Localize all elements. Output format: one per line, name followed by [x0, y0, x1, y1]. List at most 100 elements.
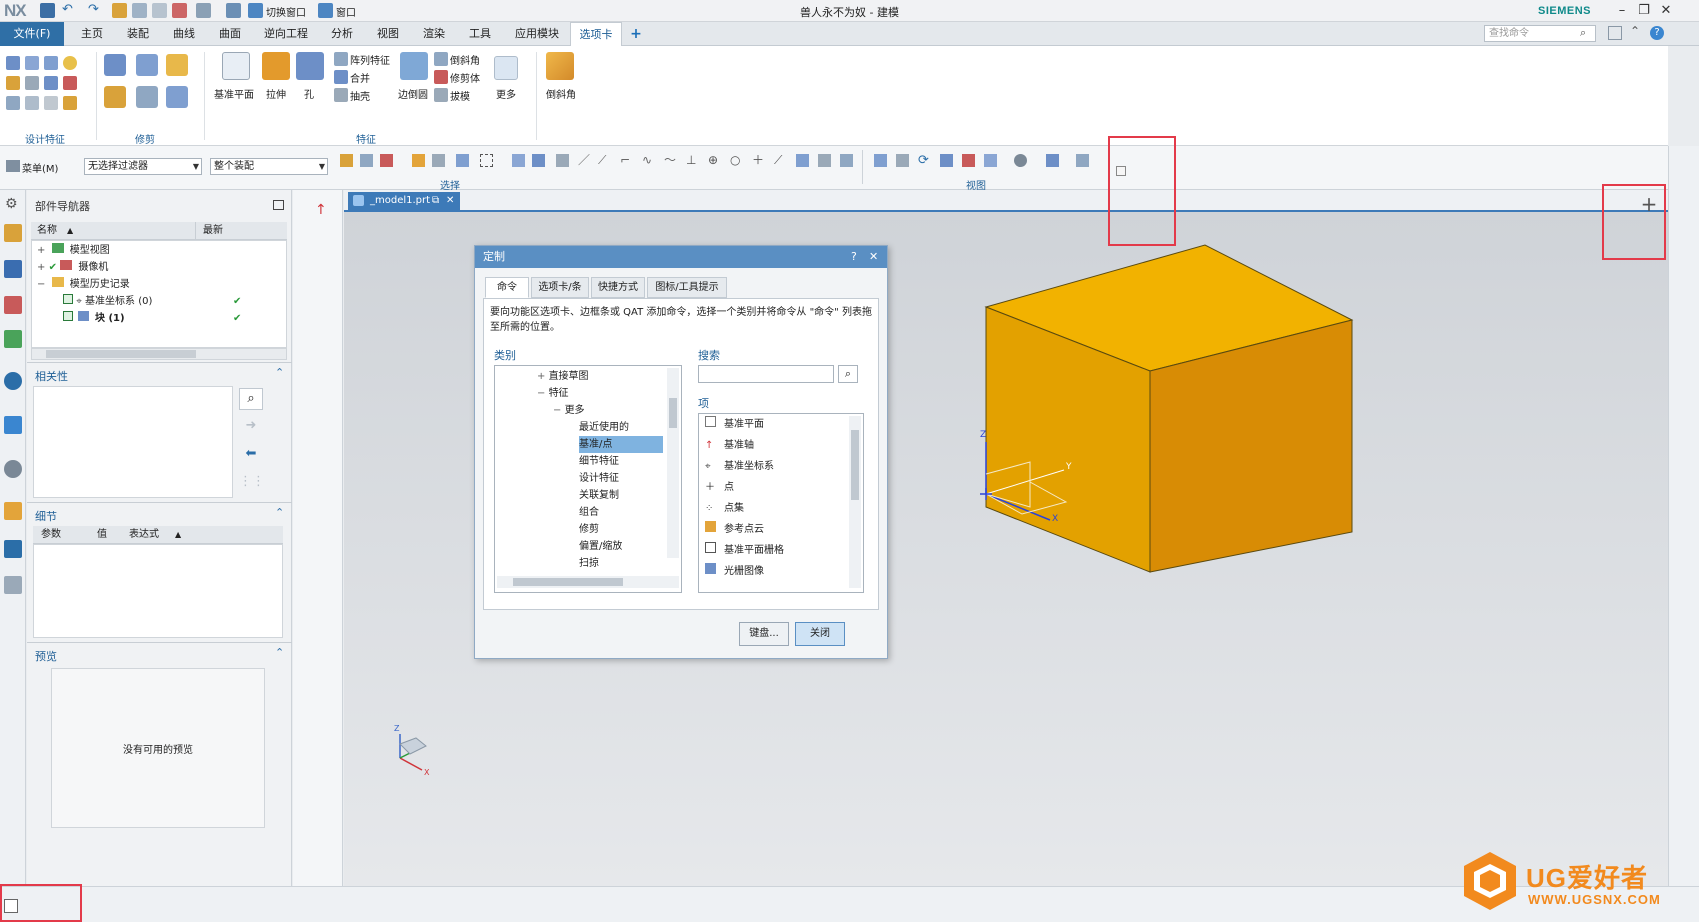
datum-plane-icon[interactable] [222, 52, 250, 80]
constraint-navigator-icon[interactable] [4, 296, 22, 314]
deselect-icon[interactable] [432, 154, 445, 167]
history-icon[interactable] [4, 372, 22, 390]
col-name[interactable]: 名称 [37, 222, 57, 240]
face-filter-icon[interactable] [512, 154, 525, 167]
forward-arrow-icon[interactable]: ➜ [239, 416, 263, 438]
scrollbar-thumb[interactable] [851, 430, 859, 500]
selection-filter-select[interactable]: 无选择过滤器 ▼ [84, 158, 202, 175]
dependencies-title[interactable]: 相关性 [35, 368, 68, 384]
tab-render[interactable]: 渲染 [414, 22, 454, 46]
delete-body-icon[interactable] [166, 86, 188, 108]
col-latest[interactable]: 最新 [203, 222, 223, 240]
more-button[interactable]: 更多 [496, 86, 516, 101]
category-item-combine[interactable]: 组合 [579, 504, 663, 521]
dialog-help-icon[interactable]: ? [851, 246, 857, 268]
tab-curve[interactable]: 曲线 [164, 22, 204, 46]
restore-icon[interactable]: ❐ [1634, 2, 1654, 20]
tab-home[interactable]: 主页 [72, 22, 112, 46]
details-title[interactable]: 细节 [35, 508, 57, 524]
type-filter-icon[interactable] [360, 154, 373, 167]
category-item-direct-sketch[interactable]: + 直接草图 [537, 368, 589, 385]
extend-sheet-icon[interactable] [104, 86, 126, 108]
trim-body-small-icon[interactable] [434, 70, 448, 84]
chamfer-icon[interactable] [434, 52, 448, 66]
part-navigator-icon[interactable] [4, 224, 22, 242]
tab-reverse-engineering[interactable]: 逆向工程 [256, 22, 316, 46]
curve-filter-icon[interactable] [556, 154, 569, 167]
circle-point-icon[interactable]: ○ [730, 154, 743, 167]
edge-blend-button[interactable]: 边倒圆 [398, 86, 428, 101]
collapse-ribbon-icon[interactable]: ⌃ [1630, 24, 1640, 38]
process-studio-icon[interactable] [4, 540, 22, 558]
collapse-section-icon[interactable]: ⌃ [275, 366, 284, 379]
item-datum-csys[interactable]: ⌖ 基准坐标系 [705, 458, 774, 475]
slot-icon[interactable] [63, 76, 77, 90]
trim-sheet-icon[interactable] [166, 54, 188, 76]
lasso-icon[interactable] [380, 154, 393, 167]
trim-body-icon[interactable] [104, 54, 126, 76]
tree-row-model-views[interactable]: + 模型视图 [37, 242, 110, 259]
item-point[interactable]: ＋点 [705, 479, 734, 496]
tab-surface[interactable]: 曲面 [210, 22, 250, 46]
assembly-navigator-icon[interactable] [4, 260, 22, 278]
collapse-icon[interactable]: − [37, 279, 45, 290]
tree-row-block[interactable]: 块 (1) ✔ [63, 310, 263, 327]
command-search-field[interactable] [698, 365, 834, 383]
back-arrow-icon[interactable]: ⬅ [239, 444, 263, 466]
edge-blend-icon[interactable] [400, 52, 428, 80]
tree-mode-icon[interactable]: ⋮⋮ [239, 472, 265, 494]
midpoint-icon[interactable]: ⌐ [620, 154, 633, 167]
line-snap-icon[interactable]: ／ [578, 154, 591, 167]
shell-icon[interactable] [334, 88, 348, 102]
menu-button[interactable]: 菜单(M) [22, 160, 58, 175]
emboss-icon[interactable] [44, 96, 58, 110]
item-raster-image[interactable]: 光栅图像 [705, 563, 764, 580]
rotate-icon[interactable]: ⟳ [918, 154, 931, 167]
maximize-panel-icon[interactable] [273, 200, 284, 210]
dialog-close-icon[interactable]: ✕ [869, 246, 878, 268]
tab-icons-tooltips[interactable]: 图标/工具提示 [647, 277, 727, 298]
marquee-icon[interactable] [480, 154, 493, 167]
document-tab[interactable]: _model1.prt ⧉ ✕ [348, 192, 460, 210]
unite-icon[interactable] [334, 70, 348, 84]
pocket-icon[interactable] [25, 76, 39, 90]
tab-shortcuts[interactable]: 快捷方式 [591, 277, 645, 298]
tab-analysis[interactable]: 分析 [322, 22, 362, 46]
thread-icon[interactable] [25, 96, 39, 110]
surface-point-icon[interactable] [840, 154, 853, 167]
shaded-edges-icon[interactable] [1014, 154, 1027, 167]
search-icon[interactable]: ⌕ [838, 365, 858, 383]
tree-row-datum-csys[interactable]: ⌖ 基准坐标系 (0) ✔ [63, 293, 263, 310]
category-item-more[interactable]: − 更多 [553, 402, 585, 419]
palette-icon[interactable] [4, 502, 22, 520]
category-item-feature[interactable]: − 特征 [537, 385, 569, 402]
rib-icon[interactable] [63, 96, 77, 110]
collapse-section-icon[interactable]: ⌃ [275, 646, 284, 659]
existing-point-icon[interactable] [818, 154, 831, 167]
pattern-feature-button[interactable]: 阵列特征 [350, 52, 390, 67]
unite-button[interactable]: 合并 [350, 70, 370, 85]
keyboard-button[interactable]: 键盘... [739, 622, 789, 646]
detach-icon[interactable]: ⧉ [432, 192, 439, 210]
section-view-icon[interactable] [1076, 154, 1089, 167]
zoom-icon[interactable] [896, 154, 909, 167]
gear-icon[interactable]: ⚙ [5, 196, 18, 212]
arc-center-icon[interactable]: ⊕ [708, 154, 721, 167]
fit-view-icon[interactable] [874, 154, 887, 167]
close-button[interactable]: 关闭 [795, 622, 845, 646]
boss-icon[interactable] [6, 76, 20, 90]
item-datum-axis[interactable]: ↑ 基准轴 [705, 437, 754, 454]
divide-face-icon[interactable] [136, 86, 158, 108]
tangent-icon[interactable]: ⟋ [774, 154, 787, 167]
intersection-icon[interactable]: 〜 [664, 154, 677, 167]
reuse-library-icon[interactable] [4, 330, 22, 348]
scrollbar-thumb[interactable] [46, 350, 196, 358]
file-menu[interactable]: 文件(F) [0, 22, 64, 46]
category-item-associative-copy[interactable]: 关联复制 [579, 487, 663, 504]
draft-icon[interactable] [434, 88, 448, 102]
cone-icon[interactable] [44, 56, 58, 70]
add-tab-button[interactable]: + [626, 22, 646, 46]
collapse-section-icon[interactable]: ⌃ [275, 506, 284, 519]
horizontal-scrollbar[interactable] [31, 348, 287, 360]
roles-icon[interactable] [4, 576, 22, 594]
